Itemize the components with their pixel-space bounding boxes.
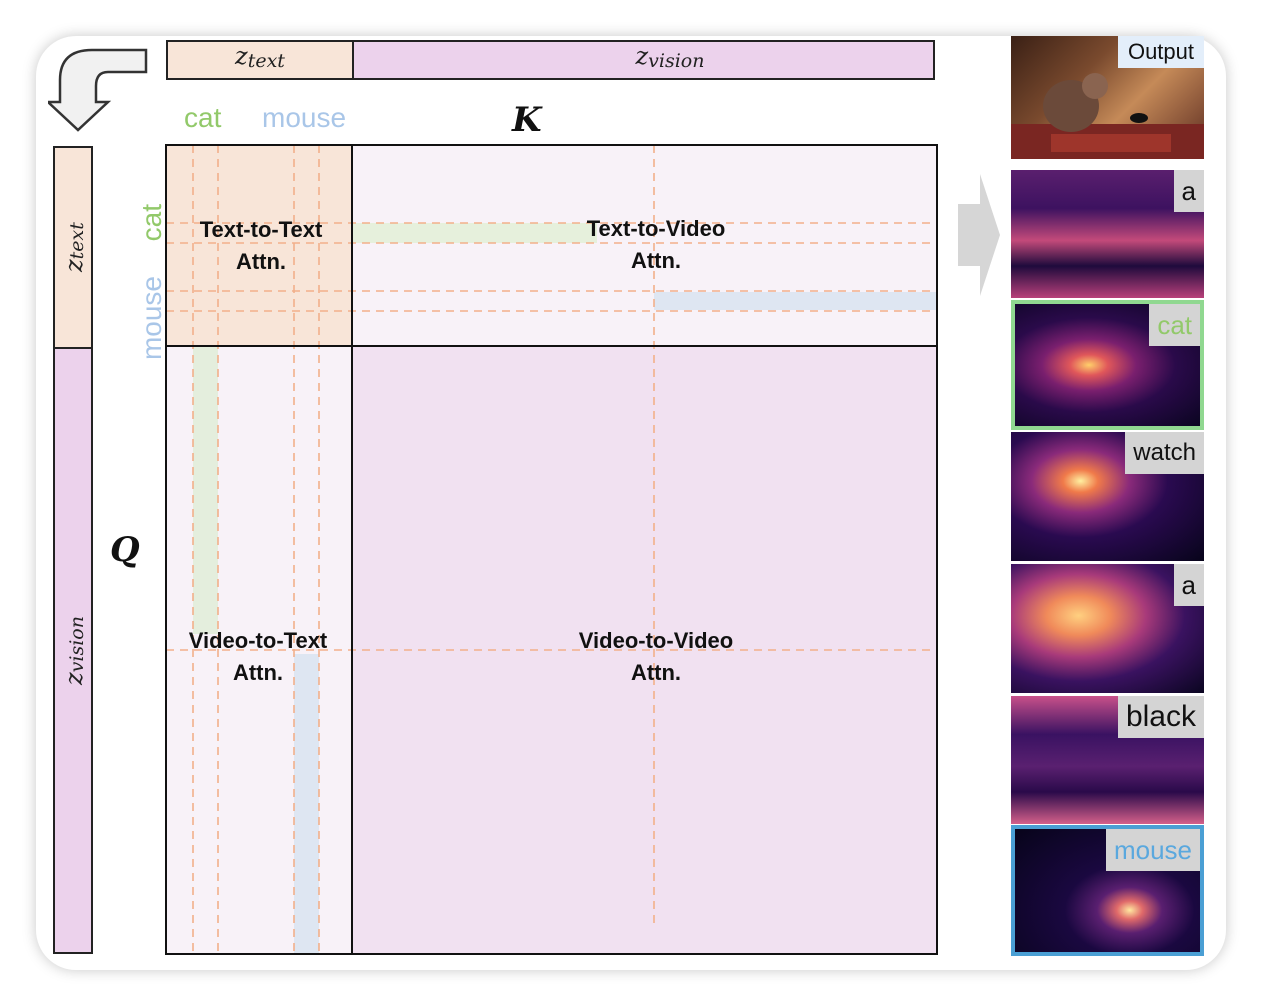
right-arrow-icon (958, 174, 1000, 296)
attention-map-cat: cat (1011, 300, 1204, 430)
attention-map-a-2: a (1011, 564, 1204, 693)
attention-map-black: black (1011, 696, 1204, 824)
mouse-row-highlight (654, 292, 937, 310)
attention-map-watch: watch (1011, 432, 1204, 561)
output-tag: Output (1117, 36, 1204, 68)
attention-map-a-1: a (1011, 170, 1204, 298)
t2t-label: Text-to-Text Attn. (199, 217, 323, 274)
cat-col-highlight (193, 346, 218, 634)
t2v-label: Text-to-Video Attn. (586, 216, 726, 273)
output-frame: Output (1011, 36, 1204, 159)
v2v-label: Video-to-Video Attn. (578, 628, 734, 685)
attention-map-mouse: mouse (1011, 825, 1204, 956)
mouse-col-highlight (294, 654, 319, 954)
v2t-label: Video-to-Text Attn. (188, 628, 328, 685)
